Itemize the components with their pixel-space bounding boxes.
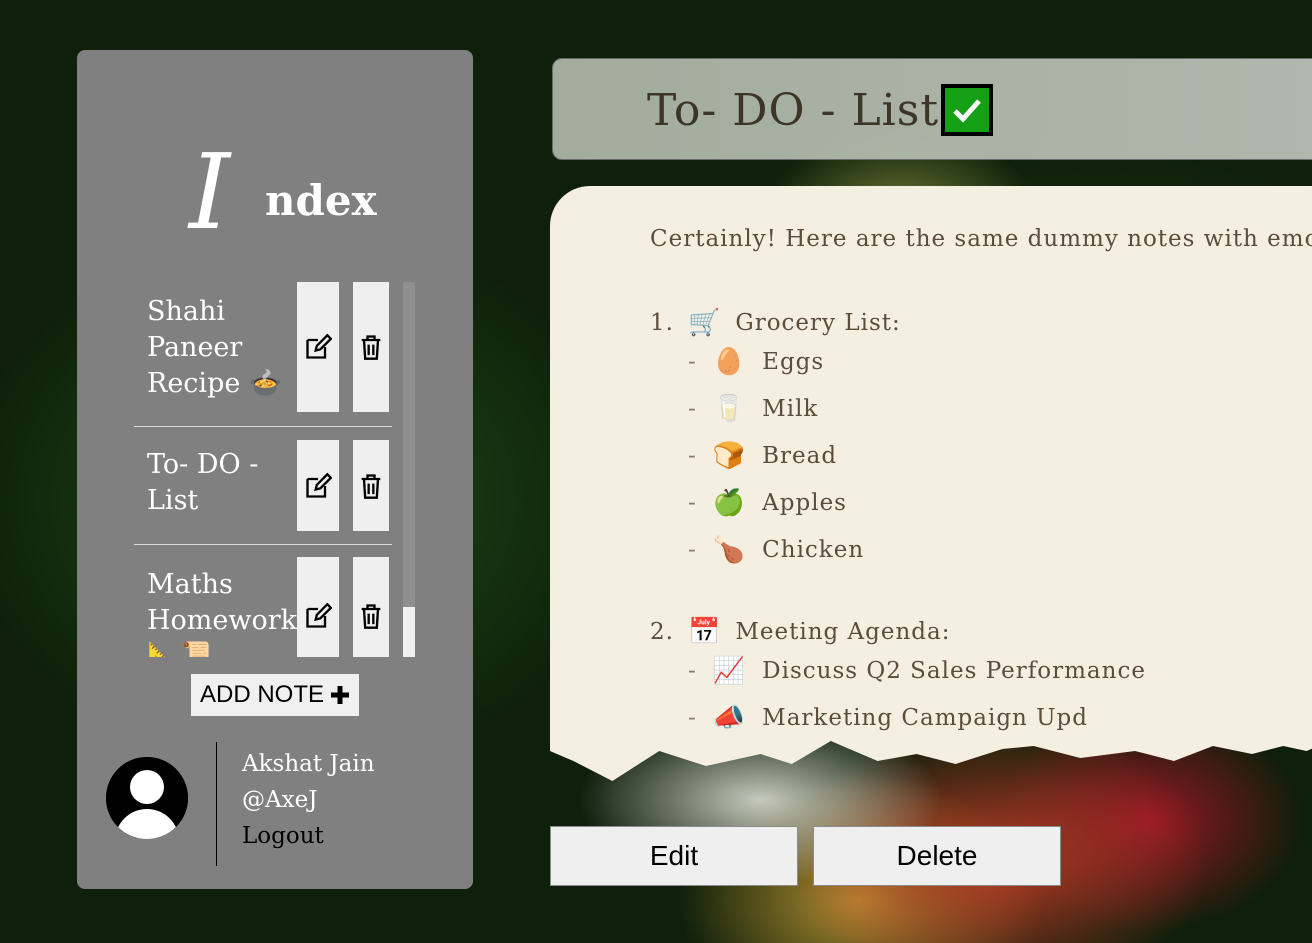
edit-note-button[interactable] — [297, 557, 339, 657]
delete-button[interactable]: Delete — [813, 826, 1061, 886]
note-body: Certainly! Here are the same dummy notes… — [650, 226, 1312, 741]
megaphone-icon: 📣 — [712, 702, 747, 733]
user-handle: @AxeJ — [242, 787, 318, 813]
check-icon — [941, 84, 993, 136]
note-content-paper: Certainly! Here are the same dummy notes… — [550, 186, 1312, 781]
list-item: - 🥛 Milk — [688, 393, 819, 424]
scrollbar-thumb[interactable] — [403, 607, 415, 657]
edit-icon — [306, 333, 332, 359]
edit-button[interactable]: Edit — [550, 826, 798, 886]
list-item: - 🍏 Apples — [688, 487, 847, 518]
section-title: 1. 🛒 Grocery List: — [650, 308, 901, 338]
chicken-icon: 🍗 — [712, 534, 747, 565]
list-item: - 📣 Marketing Campaign Upd — [688, 702, 1088, 733]
edit-note-button[interactable] — [297, 440, 339, 531]
delete-note-button[interactable] — [353, 440, 389, 531]
index-title-rest: ndex — [265, 176, 377, 225]
section-title: 2. 📅 Meeting Agenda: — [650, 617, 951, 647]
avatar — [106, 757, 188, 839]
cart-icon: 🛒 — [687, 308, 722, 338]
delete-note-button[interactable] — [353, 557, 389, 657]
note-title-bar: To- DO - List — [552, 58, 1312, 160]
plus-icon — [331, 686, 349, 704]
egg-icon: 🥚 — [712, 346, 747, 377]
calendar-icon: 📅 — [687, 617, 722, 647]
add-note-button[interactable]: ADD NOTE — [191, 674, 359, 716]
page-title: To- DO - List — [647, 85, 940, 136]
sidebar: I ndex Shahi Paneer Recipe 🍲 To- DO - Li… — [77, 50, 473, 889]
index-title-initial: I — [189, 131, 231, 253]
note-title[interactable]: To- DO - List — [147, 447, 258, 519]
notes-scrollbar[interactable] — [403, 282, 415, 657]
list-item[interactable]: To- DO - List — [134, 427, 392, 545]
user-name: Akshat Jain — [242, 751, 375, 777]
apple-icon: 🍏 — [712, 487, 747, 518]
trash-icon — [361, 473, 381, 499]
trash-icon — [361, 335, 381, 360]
edit-icon — [306, 602, 332, 628]
chart-icon: 📈 — [712, 655, 747, 686]
list-item: - 🥚 Eggs — [688, 346, 825, 377]
delete-note-button[interactable] — [353, 282, 389, 412]
list-item: - 🍞 Bread — [688, 440, 838, 471]
note-title[interactable]: Shahi Paneer Recipe 🍲 — [147, 294, 283, 402]
list-item: - 🍗 Chicken — [688, 534, 865, 565]
note-intro: Certainly! Here are the same dummy notes… — [650, 226, 1312, 252]
note-title[interactable]: Maths Homework 📐📜 — [147, 567, 297, 657]
divider — [216, 742, 217, 866]
index-title: I ndex — [77, 140, 473, 290]
add-note-label: ADD NOTE — [199, 681, 324, 708]
edit-note-button[interactable] — [297, 282, 339, 412]
list-item: - 📈 Discuss Q2 Sales Performance — [688, 655, 1146, 686]
notes-list: Shahi Paneer Recipe 🍲 To- DO - List Math… — [134, 282, 392, 657]
user-info: Akshat Jain @AxeJ Logout — [242, 746, 375, 854]
edit-icon — [306, 472, 332, 498]
trash-icon — [361, 604, 381, 629]
list-item[interactable]: Maths Homework 📐📜 — [134, 545, 392, 657]
list-item[interactable]: Shahi Paneer Recipe 🍲 — [134, 282, 392, 427]
milk-icon: 🥛 — [712, 393, 747, 424]
bread-icon: 🍞 — [712, 440, 747, 471]
logout-link[interactable]: Logout — [242, 818, 375, 854]
